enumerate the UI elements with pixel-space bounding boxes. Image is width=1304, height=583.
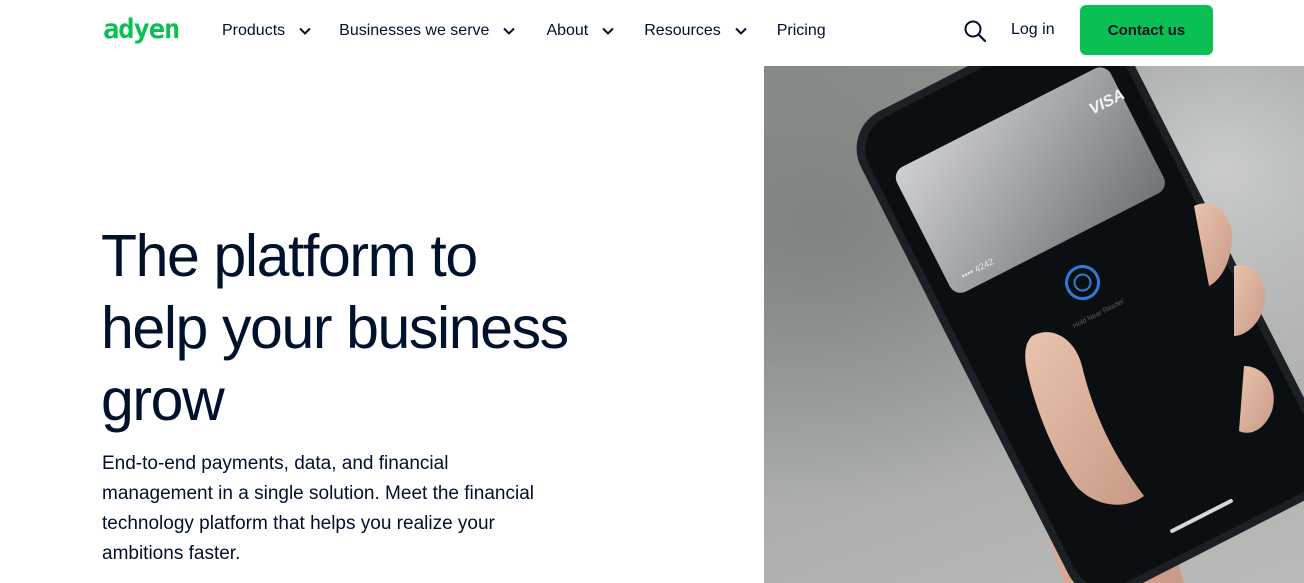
chevron-down-icon [735,25,747,37]
nav-item-resources[interactable]: Resources [644,22,747,40]
nav-item-businesses-we-serve[interactable]: Businesses we serve [339,22,516,40]
hero-title-line: help your business [101,295,569,361]
nav-item-label: Businesses we serve [339,22,490,39]
nav-item-label: Resources [644,22,721,39]
nav-item-products[interactable]: Products [222,22,311,40]
main-nav: Products Businesses we serve About Resou… [222,0,826,62]
nav-item-label: Products [222,22,286,39]
nav-item-label: About [546,22,589,39]
login-link[interactable]: Log in [1011,21,1055,39]
search-icon[interactable] [963,19,987,43]
chevron-down-icon [503,25,516,37]
nav-item-pricing[interactable]: Pricing [777,22,826,40]
chevron-down-icon [299,25,311,37]
hero-title-line: The platform to [101,223,478,289]
hero-title: The platform to help your business grow [101,220,661,436]
chevron-down-icon [602,25,614,37]
adyen-logo[interactable]: adyen [103,16,180,44]
hero-title-line: grow [101,367,225,433]
hero-image-phone-payment: VISA •••• 4242 Hold Near Reader [764,66,1304,583]
nav-item-about[interactable]: About [546,22,614,40]
site-header: adyen Products Businesses we serve About [0,0,1304,62]
page: adyen Products Businesses we serve About [0,0,1304,583]
nav-item-label: Pricing [776,22,826,39]
hero-description-line: technology platform that helps you reali… [102,513,495,534]
hero-description-line: management in a single solution. Meet th… [102,483,534,504]
phone-illustration: VISA •••• 4242 Hold Near Reader [856,66,1304,583]
contact-us-button[interactable]: Contact us [1080,5,1213,55]
hero-description: End-to-end payments, data, and financial… [102,449,602,569]
hero-description-line: ambitions faster. [102,543,241,564]
hero-description-line: End-to-end payments, data, and financial [102,453,449,474]
